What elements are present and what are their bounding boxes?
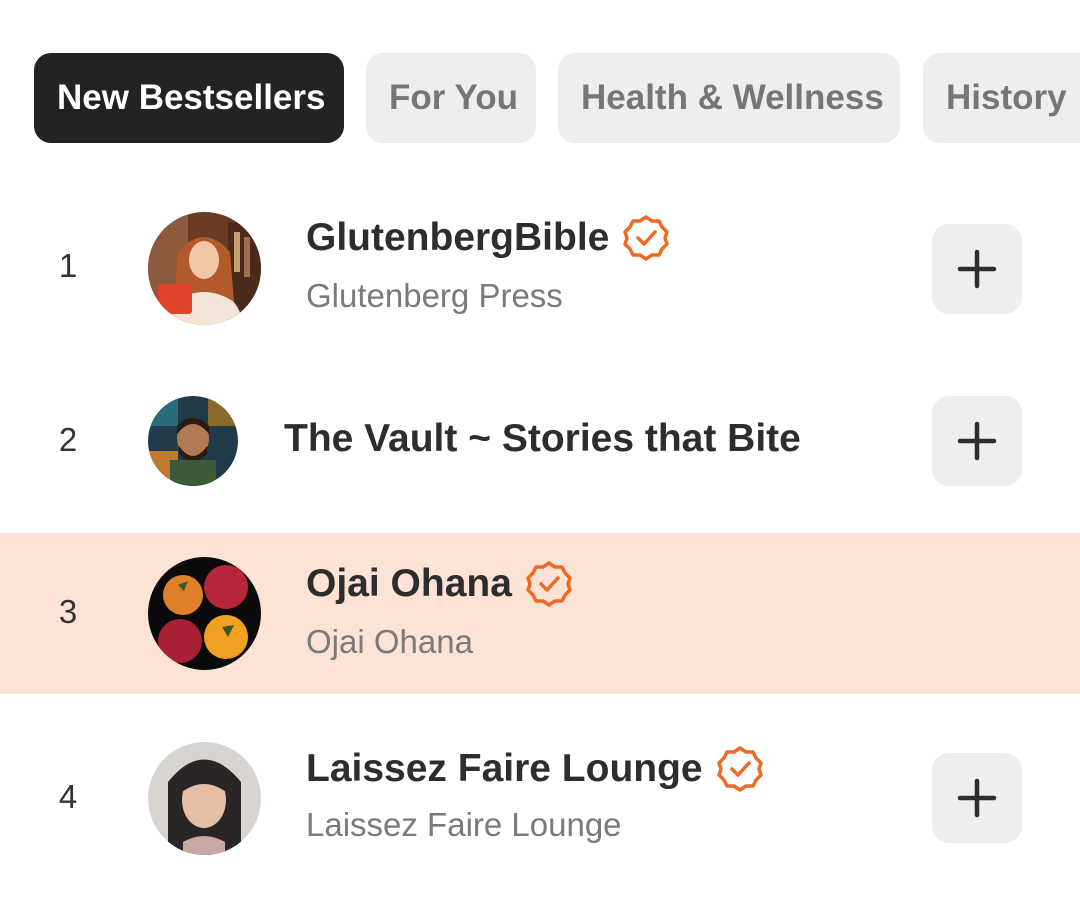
- add-button[interactable]: [932, 396, 1022, 486]
- publication-title[interactable]: The Vault ~ Stories that Bite: [284, 417, 801, 461]
- verified-badge-icon: [526, 561, 572, 607]
- tab-history[interactable]: History: [923, 53, 1080, 143]
- verified-badge-icon: [623, 215, 670, 261]
- publisher-name: Glutenberg Press: [306, 277, 563, 314]
- list-item[interactable]: 2 The Vault ~ Stories that Bite: [0, 353, 1080, 533]
- plus-icon: [957, 249, 997, 289]
- avatar[interactable]: [148, 396, 238, 486]
- rank-number: 2: [58, 421, 78, 458]
- publisher-name: Laissez Faire Lounge: [306, 806, 622, 843]
- tab-health-wellness[interactable]: Health & Wellness: [558, 53, 900, 143]
- rank-number: 4: [58, 778, 78, 815]
- tab-for-you[interactable]: For You: [366, 53, 536, 143]
- publication-title[interactable]: GlutenbergBible: [306, 215, 670, 261]
- tab-new-bestsellers[interactable]: New Bestsellers: [34, 53, 344, 143]
- publisher-name: Ojai Ohana: [306, 623, 473, 660]
- category-tabs: New Bestsellers For You Health & Wellnes…: [34, 53, 1080, 143]
- avatar[interactable]: [148, 557, 261, 670]
- publication-title[interactable]: Ojai Ohana: [306, 561, 572, 607]
- rank-number: 1: [58, 247, 78, 284]
- avatar[interactable]: [148, 742, 261, 855]
- list-item[interactable]: 1 GlutenbergBible Glutenberg Press: [0, 181, 1080, 353]
- plus-icon: [957, 778, 997, 818]
- add-button[interactable]: [932, 753, 1022, 843]
- publication-title[interactable]: Laissez Faire Lounge: [306, 746, 763, 792]
- list-item[interactable]: 3 Ojai Ohana Ojai Ohana: [0, 533, 1080, 694]
- rank-number: 3: [58, 593, 78, 630]
- list-item[interactable]: 4 Laissez Faire Lounge Laissez Faire Lou…: [0, 694, 1080, 907]
- plus-icon: [957, 421, 997, 461]
- add-button[interactable]: [932, 224, 1022, 314]
- verified-badge-icon: [716, 746, 763, 792]
- avatar[interactable]: [148, 212, 261, 325]
